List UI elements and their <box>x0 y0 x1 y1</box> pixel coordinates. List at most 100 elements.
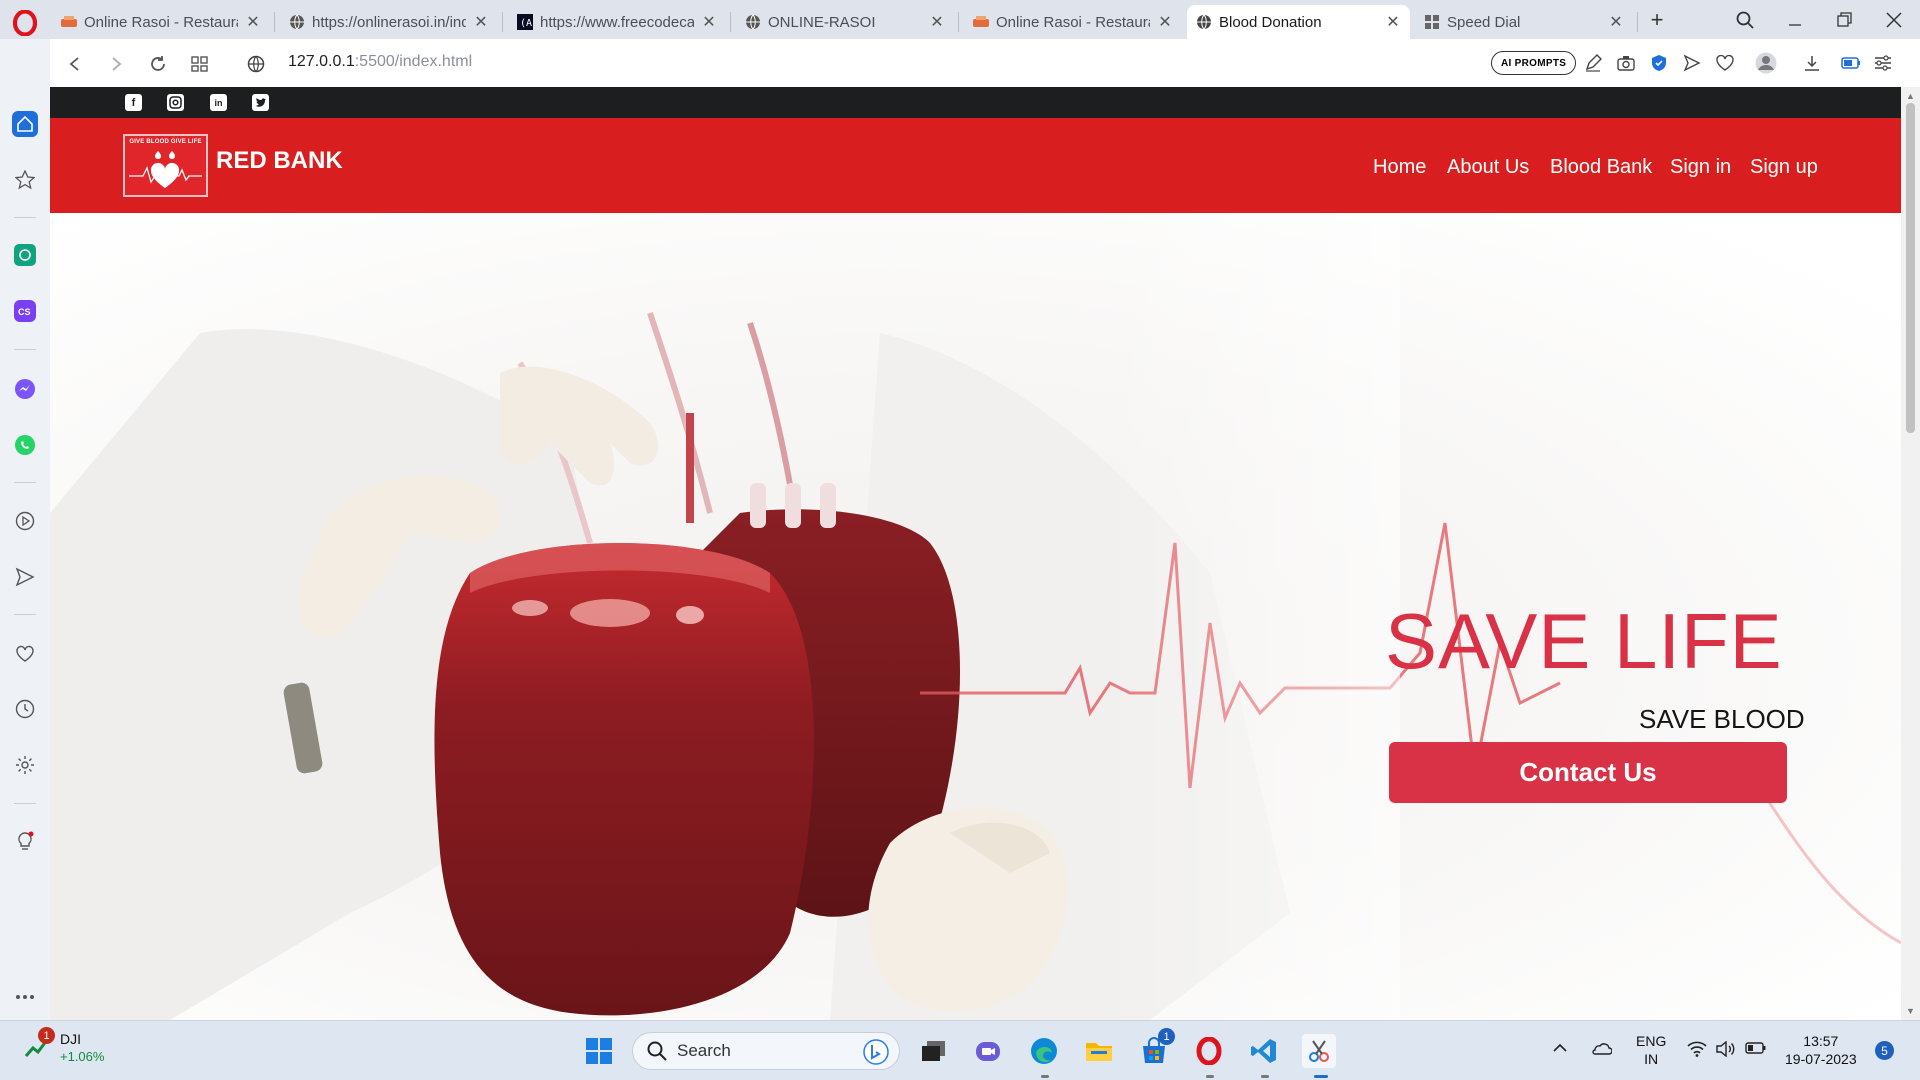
lightbulb-icon[interactable] <box>12 829 38 855</box>
new-tab-icon[interactable]: + <box>1640 6 1674 34</box>
file-explorer-icon[interactable] <box>1082 1034 1116 1068</box>
player-icon[interactable] <box>12 508 38 534</box>
facebook-icon[interactable]: f <box>125 94 142 111</box>
home-icon[interactable] <box>12 111 38 137</box>
tab-divider <box>502 12 503 32</box>
site-info-icon[interactable] <box>243 51 269 77</box>
linkedin-icon[interactable]: in <box>210 94 227 111</box>
globe-icon <box>1195 13 1213 31</box>
chatsonic-icon[interactable]: CS <box>12 298 38 324</box>
tab-title: ONLINE-RASOI <box>768 13 876 31</box>
scroll-up-icon[interactable]: ▲ <box>1905 90 1916 101</box>
running-indicator <box>1206 1075 1214 1078</box>
notification-badge[interactable]: 5 <box>1875 1041 1894 1060</box>
opera-taskbar-icon[interactable] <box>1192 1034 1226 1068</box>
close-tab-icon[interactable]: ✕ <box>1607 13 1625 31</box>
snipping-tool-icon[interactable] <box>1302 1034 1336 1068</box>
download-icon[interactable] <box>1801 52 1823 74</box>
tab-online-rasoi-github[interactable]: ONLINE-RASOI ✕ <box>736 5 954 39</box>
minimize-icon[interactable] <box>1778 6 1812 34</box>
sidebar-divider <box>14 614 36 615</box>
rasoi-icon <box>972 13 990 31</box>
windows-start-icon[interactable] <box>582 1034 616 1068</box>
profile-avatar-icon[interactable] <box>1754 52 1778 74</box>
edit-icon[interactable] <box>1582 52 1604 74</box>
url-field[interactable]: 127.0.0.1:5500/index.html <box>288 53 472 71</box>
edge-icon[interactable] <box>1027 1034 1061 1068</box>
nav-home[interactable]: Home <box>1373 156 1426 179</box>
heart-icon[interactable] <box>1714 52 1736 74</box>
show-hidden-icons[interactable] <box>1553 1041 1567 1056</box>
stock-badge: 1 <box>38 1027 55 1044</box>
contact-us-button[interactable]: Contact Us <box>1389 742 1787 803</box>
volume-icon[interactable] <box>1716 1040 1736 1060</box>
tab-online-rasoi-1[interactable]: Online Rasoi - Restaurant ✕ <box>52 5 270 39</box>
reload-icon[interactable] <box>145 51 171 77</box>
tab-blood-donation[interactable]: Blood Donation ✕ <box>1187 5 1410 39</box>
teams-chat-icon[interactable] <box>972 1034 1006 1068</box>
scroll-thumb[interactable] <box>1906 103 1915 433</box>
history-icon[interactable] <box>12 696 38 722</box>
url-host: 127.0.0.1 <box>288 53 355 70</box>
back-icon[interactable] <box>62 51 88 77</box>
battery-icon[interactable] <box>1745 1041 1767 1058</box>
stock-widget[interactable]: 1 DJI +1.06% <box>24 1027 104 1065</box>
close-tab-icon[interactable]: ✕ <box>1156 13 1174 31</box>
battery-saver-icon[interactable] <box>1840 52 1862 74</box>
wifi-icon[interactable] <box>1687 1041 1707 1060</box>
onedrive-icon[interactable] <box>1590 1041 1613 1058</box>
settings-gear-icon[interactable] <box>12 752 38 778</box>
task-view-icon[interactable] <box>917 1034 951 1068</box>
bookmarks-heart-icon[interactable] <box>12 641 38 667</box>
twitter-icon[interactable] <box>252 94 269 111</box>
scroll-down-icon[interactable]: ▼ <box>1905 1005 1916 1016</box>
nav-sign-up[interactable]: Sign up <box>1750 156 1818 179</box>
page-scrollbar[interactable]: ▲ ▼ <box>1901 87 1920 1020</box>
tab-speed-dial[interactable]: Speed Dial ✕ <box>1415 5 1633 39</box>
active-indicator <box>1314 1075 1328 1078</box>
close-tab-icon[interactable]: ✕ <box>244 13 262 31</box>
my-flow-icon[interactable] <box>12 564 38 590</box>
system-clock[interactable]: 13:57 19-07-2023 <box>1785 1032 1857 1068</box>
close-tab-icon[interactable]: ✕ <box>700 13 718 31</box>
messenger-icon[interactable] <box>12 376 38 402</box>
tab-search-icon[interactable] <box>1728 6 1762 34</box>
star-icon[interactable] <box>12 167 38 193</box>
vpn-shield-icon[interactable] <box>1648 52 1670 74</box>
brand-name[interactable]: RED BANK <box>216 147 343 175</box>
close-window-icon[interactable] <box>1877 6 1911 34</box>
site-logo[interactable]: GIVE BLOOD GIVE LIFE <box>123 134 208 197</box>
restore-icon[interactable] <box>1828 6 1862 34</box>
close-tab-icon[interactable]: ✕ <box>472 13 490 31</box>
forward-icon[interactable] <box>103 51 129 77</box>
clock-date: 19-07-2023 <box>1785 1051 1857 1067</box>
globe-icon <box>288 13 306 31</box>
more-options-icon[interactable] <box>12 984 38 1010</box>
close-tab-icon[interactable]: ✕ <box>1384 13 1402 31</box>
nav-about-us[interactable]: About Us <box>1447 156 1529 179</box>
site-navbar: GIVE BLOOD GIVE LIFE RED BANK Home About… <box>50 118 1901 213</box>
language-indicator[interactable]: ENG IN <box>1636 1032 1666 1068</box>
tab-grid-icon[interactable] <box>187 51 213 77</box>
opera-menu-icon[interactable] <box>10 8 40 38</box>
camera-icon[interactable] <box>1615 52 1637 74</box>
tab-freecodecamp[interactable]: (A) https://www.freecodecamp ✕ <box>508 5 726 39</box>
url-path: :5500/index.html <box>354 53 473 70</box>
microsoft-store-icon[interactable]: 1 <box>1137 1028 1175 1068</box>
tab-online-rasoi-2[interactable]: Online Rasoi - Restaurant ✕ <box>964 5 1182 39</box>
vscode-icon[interactable] <box>1247 1034 1281 1068</box>
nav-blood-bank[interactable]: Blood Bank <box>1550 156 1652 179</box>
send-icon[interactable] <box>1681 52 1703 74</box>
hero-section: SAVE LIFE SAVE BLOOD Contact Us <box>50 213 1901 1020</box>
easy-setup-icon[interactable] <box>1872 52 1894 74</box>
close-tab-icon[interactable]: ✕ <box>928 13 946 31</box>
nav-sign-in[interactable]: Sign in <box>1670 156 1731 179</box>
taskbar-search[interactable]: Search <box>632 1032 900 1070</box>
chatgpt-icon[interactable] <box>12 242 38 268</box>
whatsapp-icon[interactable] <box>12 432 38 458</box>
tab-strip: Online Rasoi - Restaurant ✕ https://onli… <box>0 0 1920 39</box>
tab-divider <box>1637 12 1638 32</box>
tab-onlinerasoi-url[interactable]: https://onlinerasoi.in/index ✕ <box>280 5 498 39</box>
instagram-icon[interactable] <box>167 94 184 111</box>
ai-prompts-button[interactable]: AI PROMPTS <box>1491 51 1577 75</box>
